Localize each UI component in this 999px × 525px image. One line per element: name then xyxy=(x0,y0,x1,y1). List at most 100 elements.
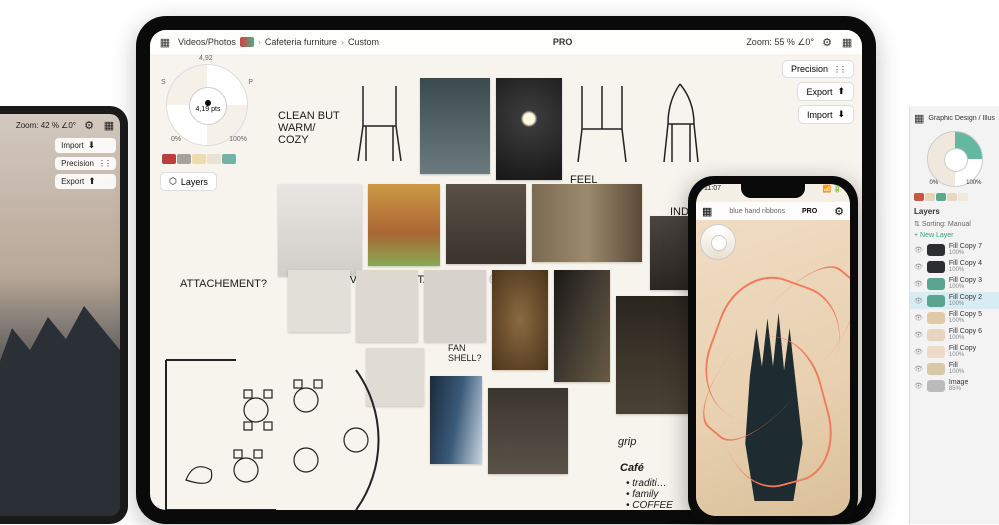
left-export-pill[interactable]: Export xyxy=(55,174,116,189)
new-layer-button[interactable]: + New Layer xyxy=(910,230,999,241)
swatch[interactable] xyxy=(936,193,946,201)
breadcrumb-seg-0[interactable]: Videos/Photos xyxy=(178,37,236,47)
moodboard-photo[interactable] xyxy=(616,296,698,414)
apps-grid-icon[interactable] xyxy=(840,35,854,49)
moodboard-photo[interactable] xyxy=(424,270,486,342)
right-color-palette[interactable] xyxy=(910,191,999,203)
left-import-pill[interactable]: Import xyxy=(55,138,116,153)
layer-name: Fill Copy 7 xyxy=(949,243,982,250)
visibility-eye-icon[interactable]: 👁 xyxy=(914,263,923,271)
moodboard-photo[interactable] xyxy=(420,78,490,174)
zoom-label[interactable]: Zoom: 55 % ∠0° xyxy=(746,37,814,48)
iphone-device: 11:07 📶 🔋 blue hand ribbons PRO xyxy=(688,176,858,524)
layer-opacity: 100% xyxy=(949,318,982,324)
breadcrumb[interactable]: Videos/Photos › Cafeteria furniture › Cu… xyxy=(178,37,379,47)
layer-row[interactable]: 👁 Fill100% xyxy=(910,360,999,377)
pro-badge: PRO xyxy=(802,208,817,215)
right-breadcrumb[interactable]: Graphic Design / Illustrations xyxy=(928,115,995,122)
folder-thumb-icon xyxy=(240,37,254,47)
moodboard-photo[interactable] xyxy=(278,184,362,276)
settings-gear-icon[interactable] xyxy=(820,35,834,49)
grid-icon[interactable] xyxy=(102,118,116,132)
visibility-eye-icon[interactable]: 👁 xyxy=(914,314,923,322)
moodboard-photo[interactable] xyxy=(356,270,418,342)
moodboard-photo[interactable] xyxy=(446,184,526,264)
moodboard-photo[interactable] xyxy=(532,184,642,262)
annotation-clean: CLEAN BUT WARM/ COZY xyxy=(278,110,340,146)
breadcrumb-seg-1[interactable]: Cafeteria furniture xyxy=(265,37,337,47)
layer-thumb xyxy=(927,261,945,273)
cafe-item: COFFEE xyxy=(632,500,673,510)
iphone-canvas[interactable] xyxy=(696,220,850,516)
chair-sketch xyxy=(348,76,410,166)
layer-row[interactable]: 👁 Fill Copy 5100% xyxy=(910,309,999,326)
layer-row[interactable]: 👁Fill Copy 3100% xyxy=(910,275,999,292)
layer-row[interactable]: 👁Fill Copy 2100% xyxy=(910,292,999,309)
visibility-eye-icon[interactable]: 👁 xyxy=(914,331,923,339)
layer-name: Fill Copy 5 xyxy=(949,311,982,318)
grid-icon[interactable] xyxy=(914,112,924,125)
radial-right-value: 100% xyxy=(966,180,981,186)
layer-name: Fill Copy 2 xyxy=(949,294,982,301)
moodboard-photo[interactable] xyxy=(496,78,562,180)
left-tablet-device: Zoom: 42 % ∠0° Import Precision Export xyxy=(0,106,128,524)
layer-name: Fill xyxy=(949,362,964,369)
moodboard-photo[interactable] xyxy=(554,270,610,382)
left-precision-pill[interactable]: Precision xyxy=(55,157,116,170)
moodboard-photo[interactable] xyxy=(288,270,350,332)
layer-thumb xyxy=(927,380,945,392)
layer-opacity: 100% xyxy=(949,250,982,256)
layer-row[interactable]: 👁Fill Copy100% xyxy=(910,343,999,360)
visibility-eye-icon[interactable]: 👁 xyxy=(914,382,923,390)
layer-row[interactable]: 👁Image85% xyxy=(910,377,999,394)
layer-name: Image xyxy=(949,379,968,386)
layer-thumb xyxy=(927,329,945,341)
moodboard-photo[interactable] xyxy=(368,184,440,266)
layer-row[interactable]: 👁Fill Copy 6100% xyxy=(910,326,999,343)
iphone-doc-title[interactable]: blue hand ribbons xyxy=(729,208,785,215)
gallery-grid-icon[interactable] xyxy=(158,35,172,49)
layer-opacity: 100% xyxy=(949,369,964,375)
settings-gear-icon[interactable] xyxy=(834,205,844,218)
visibility-eye-icon[interactable]: 👁 xyxy=(914,297,923,305)
upload-icon xyxy=(88,176,96,187)
gear-icon[interactable] xyxy=(82,118,96,132)
layer-row[interactable]: 👁 Fill Copy 7100% xyxy=(910,241,999,258)
swatch[interactable] xyxy=(914,193,924,201)
moodboard-photo[interactable] xyxy=(492,270,548,370)
floorplan-sketch xyxy=(156,350,426,510)
iphone-toolbar: blue hand ribbons PRO xyxy=(696,202,850,220)
iphone-screen: 11:07 📶 🔋 blue hand ribbons PRO xyxy=(696,184,850,516)
annotation-grip: grip xyxy=(618,436,636,448)
artwork-silhouette xyxy=(0,295,120,516)
sorting-label: Sorting: xyxy=(922,221,946,228)
moodboard-photo[interactable] xyxy=(488,388,568,474)
iphone-radial-tool[interactable] xyxy=(700,224,736,260)
moodboard-photo[interactable] xyxy=(430,376,482,464)
right-panel-device: Graphic Design / Illustrations 0% 100% L… xyxy=(909,106,999,524)
breadcrumb-seg-2[interactable]: Custom xyxy=(348,37,379,47)
layer-opacity: 100% xyxy=(949,284,982,290)
radial-left-value: 0% xyxy=(930,180,939,186)
visibility-eye-icon[interactable]: 👁 xyxy=(914,348,923,356)
swatch[interactable] xyxy=(947,193,957,201)
layer-row[interactable]: 👁Fill Copy 4100% xyxy=(910,258,999,275)
layer-thumb xyxy=(927,278,945,290)
download-icon xyxy=(88,140,96,151)
iphone-status-icons: 📶 🔋 xyxy=(823,185,842,193)
visibility-eye-icon[interactable]: 👁 xyxy=(914,365,923,373)
sorting-value[interactable]: Manual xyxy=(948,221,971,228)
annotation-cafe-head: Café xyxy=(620,462,644,474)
annotation-fan: FAN SHELL? xyxy=(448,344,482,364)
swatch[interactable] xyxy=(958,193,968,201)
visibility-eye-icon[interactable]: 👁 xyxy=(914,280,923,288)
iphone-time: 11:07 xyxy=(704,185,721,193)
layer-list: 👁Fill Copy 7100%👁Fill Copy 4100%👁Fill Co… xyxy=(910,241,999,394)
layer-thumb xyxy=(927,346,945,358)
visibility-eye-icon[interactable]: 👁 xyxy=(914,246,923,254)
gallery-grid-icon[interactable] xyxy=(702,205,712,218)
layer-name: Fill Copy 4 xyxy=(949,260,982,267)
swatch[interactable] xyxy=(925,193,935,201)
right-radial-tool[interactable]: 0% 100% xyxy=(927,131,983,187)
cafe-item: traditi… xyxy=(632,478,666,489)
